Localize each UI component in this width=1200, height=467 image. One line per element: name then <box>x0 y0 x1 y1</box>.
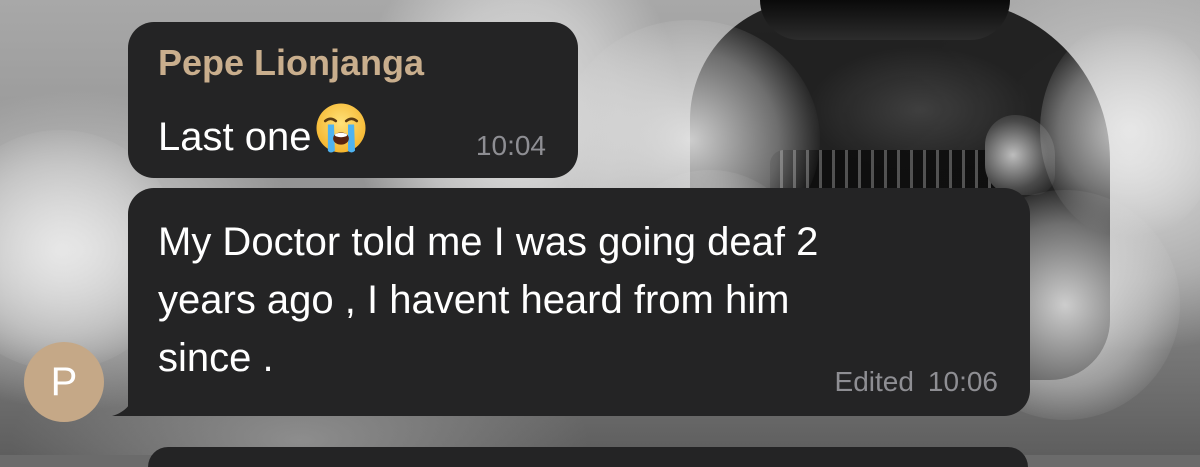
next-message-bubble[interactable] <box>148 447 1028 467</box>
message-bubble[interactable]: My Doctor told me I was going deaf 2 yea… <box>128 188 1030 416</box>
sender-name[interactable]: Pepe Lionjanga <box>158 42 424 84</box>
message-bubble[interactable]: Pepe Lionjanga Last one 10:04 <box>128 22 578 178</box>
message-timestamp: 10:06 <box>927 366 998 397</box>
wallpaper-car-window <box>760 0 1010 40</box>
avatar-initial: P <box>50 359 78 404</box>
message-text-line: My Doctor told me I was going deaf 2 <box>158 220 819 264</box>
message-timestamp: 10:04 <box>475 130 546 161</box>
message-text-line: years ago , I havent heard from him <box>158 278 790 322</box>
message-text-content: Last one <box>158 115 312 159</box>
message-meta: Edited 10:06 <box>835 366 998 398</box>
avatar[interactable]: P <box>24 342 104 422</box>
message-text: Last one <box>158 100 369 166</box>
loudly-crying-face-icon <box>316 103 366 153</box>
edited-label: Edited <box>834 366 914 397</box>
message-text: My Doctor told me I was going deaf 2 yea… <box>158 213 818 387</box>
message-text-line: since . <box>158 336 274 380</box>
